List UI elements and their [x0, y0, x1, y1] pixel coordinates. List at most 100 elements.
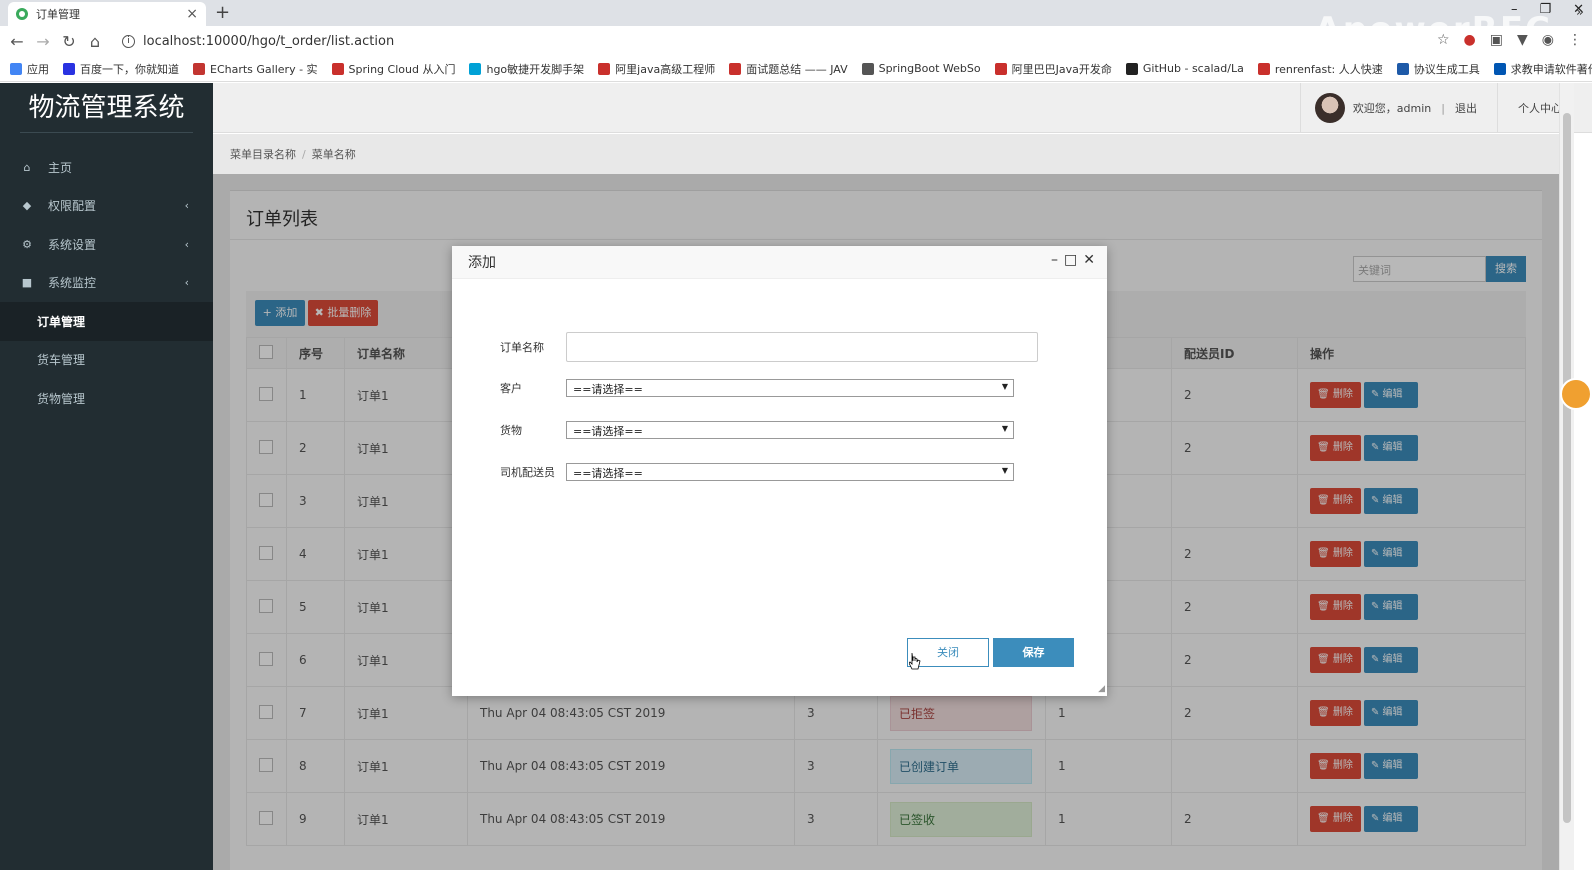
order-name-row: 订单名称 — [500, 332, 1038, 362]
bookmark-item[interactable]: GitHub - scalad/La — [1125, 62, 1244, 75]
goods-label: 货物 — [500, 424, 522, 437]
bookmark-favicon-icon — [1125, 62, 1138, 75]
bookmark-item[interactable]: Spring Cloud 从入门 — [331, 61, 456, 77]
bookmark-favicon-icon — [331, 62, 344, 75]
sidebar-item[interactable]: ■ 系统监控 ‹ — [0, 264, 213, 303]
bookmark-label: GitHub - scalad/La — [1142, 62, 1244, 75]
customer-label: 客户 — [500, 382, 522, 395]
sidebar-item[interactable]: ◆ 权限配置 ‹ — [0, 187, 213, 226]
save-button[interactable]: 保存 — [993, 638, 1074, 667]
extension-icon[interactable]: ▣ — [1490, 32, 1503, 48]
bookmark-label: Spring Cloud 从入门 — [348, 62, 456, 76]
tab-favicon-icon — [16, 8, 28, 20]
bookmark-item[interactable]: renrenfast: 人人快速 — [1257, 61, 1383, 77]
back-icon[interactable]: ← — [4, 32, 30, 51]
restore-icon[interactable]: ❐ — [1539, 2, 1551, 17]
sidebar: 物流管理系统 ⌂ 主页 ◆ 权限配置 ‹ ⚙ 系统设置 ‹ ■ 系统监控 ‹ 订单管理 货车管理 货物管理 — [0, 83, 213, 870]
dropdown-arrow-icon: ▼ — [1001, 382, 1008, 391]
dropdown-arrow-icon: ▼ — [1001, 424, 1008, 433]
bookmark-label: 阿里java高级工程师 — [615, 62, 716, 76]
bookmark-favicon-icon — [1493, 62, 1506, 75]
goods-select[interactable]: ==请选择== ▼ — [566, 421, 1014, 439]
browser-tab-strip: 订单管理 × + ApowerREC – ❐ ✕ — [0, 0, 1592, 50]
star-icon[interactable]: ☆ — [1437, 32, 1450, 48]
welcome-text: 欢迎您，admin — [1352, 102, 1432, 115]
customer-select-value: ==请选择== — [573, 383, 643, 396]
sidebar-item[interactable]: 订单管理 — [0, 302, 213, 341]
customer-row: 客户 ==请选择== ▼ — [500, 379, 1014, 397]
minimize-icon[interactable]: – — [1051, 252, 1058, 268]
sidebar-item[interactable]: 货车管理 — [0, 341, 213, 380]
filter-icon[interactable]: ▼ — [1517, 32, 1528, 48]
chevron-left-icon: ‹ — [184, 199, 189, 213]
bookmark-item[interactable]: 百度一下，你就知道 — [63, 61, 179, 77]
maximize-icon[interactable]: □ — [1064, 252, 1077, 268]
bookmark-item[interactable]: 应用 — [10, 61, 49, 77]
account-icon[interactable]: ◉ — [1542, 32, 1554, 48]
bookmark-item[interactable]: 阿里java高级工程师 — [598, 61, 715, 77]
order-name-input[interactable] — [566, 332, 1038, 362]
bookmark-item[interactable]: SpringBoot WebSo — [861, 62, 981, 75]
adblock-icon[interactable]: ● — [1464, 32, 1476, 48]
sidebar-item-label: 货车管理 — [37, 353, 86, 368]
bookmark-label: renrenfast: 人人快速 — [1274, 62, 1383, 76]
bookmark-item[interactable]: 阿里巴巴Java开发命 — [994, 61, 1112, 77]
site-info-icon[interactable]: i — [122, 34, 135, 48]
bookmark-favicon-icon — [861, 62, 874, 75]
browser-tab[interactable]: 订单管理 × — [8, 2, 206, 26]
bookmark-favicon-icon — [994, 62, 1007, 75]
sidebar-item-label: 主页 — [48, 160, 73, 175]
forward-icon[interactable]: → — [30, 32, 56, 51]
logout-link[interactable]: 退出 — [1455, 100, 1477, 116]
sidebar-item[interactable]: 货物管理 — [0, 379, 213, 418]
sidebar-item-label: 订单管理 — [37, 314, 86, 329]
customer-select[interactable]: ==请选择== ▼ — [566, 379, 1014, 397]
bookmarks-bar: 应用 百度一下，你就知道 ECharts Gallery - 实 Spring Clo… — [0, 56, 1592, 82]
menu-icon[interactable]: ⋮ — [1568, 32, 1582, 48]
scrollbar-thumb[interactable] — [1563, 113, 1571, 823]
bookmark-label: 应用 — [27, 62, 49, 76]
sidebar-item[interactable]: ⌂ 主页 — [0, 148, 213, 187]
top-header: 欢迎您，admin | 退出 个人中心 — [213, 83, 1592, 133]
bookmark-favicon-icon — [63, 62, 75, 75]
bookmark-favicon-icon — [1396, 62, 1409, 75]
minimize-icon[interactable]: – — [1511, 2, 1518, 17]
home-icon[interactable]: ⌂ — [82, 32, 108, 51]
breadcrumb-separator: / — [302, 147, 306, 161]
reload-icon[interactable]: ↻ — [56, 32, 82, 51]
gears-icon: ⚙ — [22, 237, 32, 251]
bookmark-item[interactable]: 协议生成工具 — [1396, 61, 1480, 77]
chevron-left-icon: ‹ — [184, 237, 189, 251]
dropdown-arrow-icon: ▼ — [1001, 466, 1008, 475]
user-area: 欢迎您，admin | 退出 个人中心 — [1299, 83, 1562, 133]
order-name-label: 订单名称 — [500, 341, 544, 354]
page-scrollbar[interactable] — [1559, 83, 1574, 870]
tab-close-icon[interactable]: × — [186, 6, 198, 22]
sidebar-item[interactable]: ⚙ 系统设置 ‹ — [0, 225, 213, 264]
bookmark-favicon-icon — [10, 62, 22, 75]
bookmarks-more-icon[interactable]: » — [1576, 5, 1584, 20]
bookmark-item[interactable]: ECharts Gallery - 实 — [193, 61, 318, 77]
add-order-dialog: 添加 – □ ✕ 订单名称 客户 ==请选择== ▼ 货物 ==请选择== ▼ … — [452, 246, 1107, 696]
profile-link[interactable]: 个人中心 — [1518, 100, 1562, 116]
video-icon: ■ — [21, 276, 33, 290]
breadcrumb-root[interactable]: 菜单目录名称 — [230, 146, 296, 162]
bookmark-item[interactable]: hgo敏捷开发脚手架 — [469, 61, 584, 77]
url-field[interactable]: i localhost:10000/hgo/t_order/list.actio… — [122, 34, 394, 49]
driver-row: 司机配送员 ==请选择== ▼ — [500, 463, 1014, 481]
floating-badge-icon[interactable] — [1560, 378, 1592, 410]
resize-handle-icon[interactable]: ◢ — [1098, 684, 1105, 694]
bookmark-item[interactable]: 面试题总结 —— JAV — [729, 61, 848, 77]
driver-label: 司机配送员 — [500, 466, 555, 479]
header-divider — [1497, 83, 1498, 133]
new-tab-button[interactable]: + — [215, 2, 230, 23]
sidebar-item-label: 系统设置 — [48, 237, 97, 252]
goods-row: 货物 ==请选择== ▼ — [500, 421, 1014, 439]
bookmark-item[interactable]: 求教申请软件著作权 — [1493, 61, 1592, 77]
driver-select[interactable]: ==请选择== ▼ — [566, 463, 1014, 481]
bookmark-label: 协议生成工具 — [1413, 62, 1480, 76]
home-icon: ⌂ — [23, 160, 31, 174]
bookmark-favicon-icon — [193, 62, 205, 75]
close-icon[interactable]: ✕ — [1083, 252, 1095, 268]
dialog-header: 添加 — [452, 246, 1107, 279]
